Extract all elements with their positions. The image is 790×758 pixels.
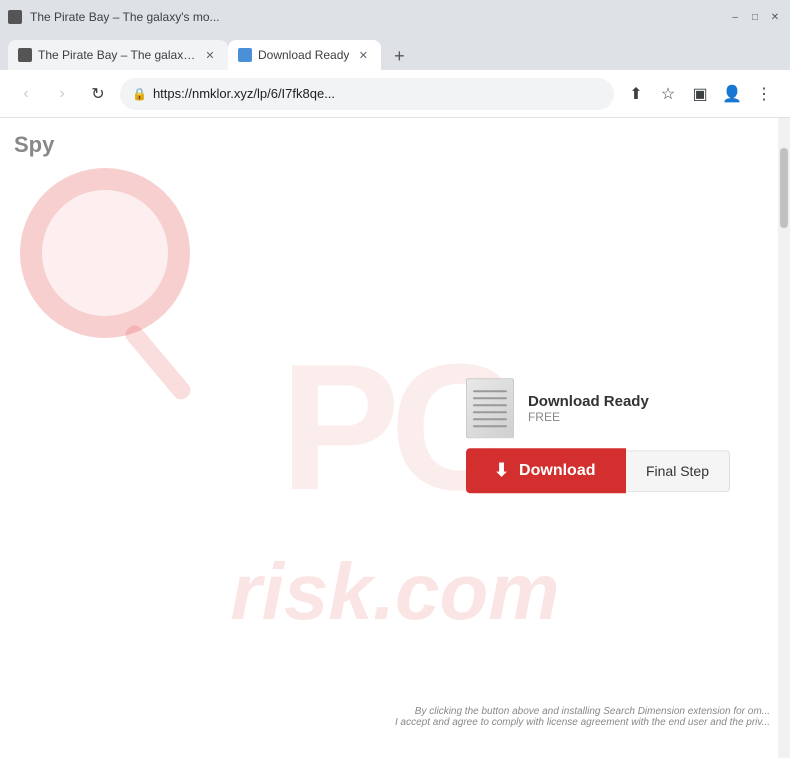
tab-favicon-pirate xyxy=(18,48,32,62)
final-step-label: Final Step xyxy=(646,463,709,479)
webpage: PC risk.com Spy Download Ready FREE xyxy=(0,118,790,758)
nav-bar: ‹ › ↻ 🔒 https://nmklor.xyz/lp/6/I7fk8qe.… xyxy=(0,70,790,118)
tab-title-download: Download Ready xyxy=(258,48,349,62)
window-controls: – □ ✕ xyxy=(728,10,782,24)
address-text: https://nmklor.xyz/lp/6/I7fk8qe... xyxy=(153,86,602,101)
address-bar[interactable]: 🔒 https://nmklor.xyz/lp/6/I7fk8qe... xyxy=(120,78,614,110)
file-line-2 xyxy=(473,397,507,399)
magnifier-handle xyxy=(122,322,194,403)
download-button[interactable]: ⬇ Download xyxy=(466,448,626,493)
bookmark-icon[interactable]: ☆ xyxy=(654,80,682,108)
file-line-1 xyxy=(473,390,507,392)
file-line-6 xyxy=(473,425,507,427)
download-arrow-icon: ⬇ xyxy=(494,460,509,481)
lock-icon: 🔒 xyxy=(132,87,147,101)
cast-icon[interactable]: ⬆ xyxy=(622,80,650,108)
title-bar: The Pirate Bay – The galaxy's mo... – □ … xyxy=(0,0,790,34)
forward-button[interactable]: › xyxy=(48,80,76,108)
tab-pirate[interactable]: The Pirate Bay – The galaxy's mo... ✕ xyxy=(8,40,228,70)
close-button[interactable]: ✕ xyxy=(768,10,782,24)
spy-logo: Spy xyxy=(14,132,54,158)
scrollbar[interactable] xyxy=(778,118,790,758)
back-button[interactable]: ‹ xyxy=(12,80,40,108)
menu-icon[interactable]: ⋮ xyxy=(750,80,778,108)
extensions-icon[interactable]: ▣ xyxy=(686,80,714,108)
download-button-label: Download xyxy=(519,462,595,480)
tab-bar: The Pirate Bay – The galaxy's mo... ✕ Do… xyxy=(0,34,790,70)
download-ready-label: Download Ready xyxy=(528,393,649,410)
tab-title-pirate: The Pirate Bay – The galaxy's mo... xyxy=(38,48,196,62)
download-info: Download Ready FREE xyxy=(528,393,649,424)
download-free-label: FREE xyxy=(528,410,649,424)
content-area: Download Ready FREE ⬇ Download Final Ste… xyxy=(466,378,730,493)
nav-actions: ⬆ ☆ ▣ 👤 ⋮ xyxy=(622,80,778,108)
file-line-5 xyxy=(473,418,507,420)
title-favicon xyxy=(8,10,22,24)
final-step-button[interactable]: Final Step xyxy=(626,450,730,492)
file-icon xyxy=(466,378,514,438)
profile-icon[interactable]: 👤 xyxy=(718,80,746,108)
tab-download[interactable]: Download Ready ✕ xyxy=(228,40,381,70)
magnifier-watermark xyxy=(10,158,230,418)
disclaimer-line2: I accept and agree to comply with licens… xyxy=(395,717,770,728)
magnifier-circle xyxy=(20,168,190,338)
file-line-3 xyxy=(473,404,507,406)
tab-close-download[interactable]: ✕ xyxy=(355,47,371,63)
browser-frame: The Pirate Bay – The galaxy's mo... – □ … xyxy=(0,0,790,758)
disclaimer: By clicking the button above and install… xyxy=(395,706,770,728)
tab-close-pirate[interactable]: ✕ xyxy=(202,47,218,63)
title-text: The Pirate Bay – The galaxy's mo... xyxy=(30,10,220,24)
risk-watermark: risk.com xyxy=(230,546,559,638)
download-ready-box: Download Ready FREE xyxy=(466,378,649,438)
scrollbar-thumb[interactable] xyxy=(780,148,788,228)
tab-favicon-download xyxy=(238,48,252,62)
reload-button[interactable]: ↻ xyxy=(84,80,112,108)
disclaimer-line1: By clicking the button above and install… xyxy=(395,706,770,717)
new-tab-button[interactable]: + xyxy=(385,42,413,70)
button-row: ⬇ Download Final Step xyxy=(466,448,730,493)
maximize-button[interactable]: □ xyxy=(748,10,762,24)
file-line-4 xyxy=(473,411,507,413)
minimize-button[interactable]: – xyxy=(728,10,742,24)
